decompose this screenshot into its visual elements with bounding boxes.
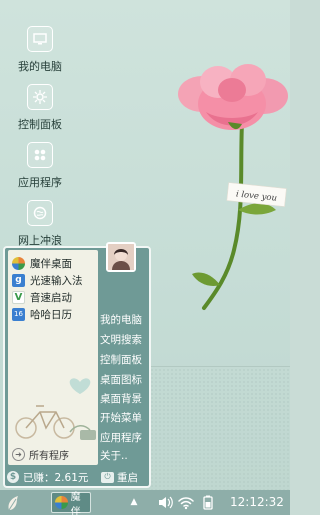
bicycle-sketch (15, 378, 96, 440)
start-menu-app-list: 魔伴桌面 g 光速输入法 V 音速启动 16 哈哈日历 ➜ 所有程序 (8, 250, 98, 465)
earnings-display: $ 已赚：2.61元 (7, 468, 88, 486)
app-item-label: 哈哈日历 (30, 308, 72, 321)
app-item-calendar[interactable]: 16 哈哈日历 (12, 306, 98, 322)
desktop-icon-label: 控制面板 (18, 118, 62, 131)
user-avatar[interactable] (106, 242, 136, 272)
all-programs-label: 所有程序 (29, 450, 69, 462)
app-item-label: 音速启动 (30, 291, 72, 304)
desktop-icon-label: 应用程序 (18, 176, 62, 189)
restart-button[interactable]: ⏻ 重启 (101, 468, 138, 486)
menu-link-desktop-icons[interactable]: 桌面图标 (100, 372, 150, 390)
mojie-desktop-icon (12, 256, 25, 270)
desktop-icon-control-panel[interactable]: 控制面板 (0, 80, 80, 138)
taskbar: 魔伴 ▲ 12:12:32 (0, 490, 290, 515)
input-method-icon: g (12, 273, 25, 287)
apps-icon (27, 142, 53, 168)
money-icon: $ (7, 471, 19, 483)
menu-link-apps[interactable]: 应用程序 (100, 430, 150, 448)
start-menu-footer: $ 已赚：2.61元 ⏻ 重启 (5, 468, 149, 486)
volume-icon[interactable] (157, 495, 173, 510)
desktop-icon-label: 我的电脑 (18, 60, 62, 73)
wallpaper-dot-pattern (150, 368, 290, 490)
power-icon: ⏻ (101, 471, 114, 483)
restart-label: 重启 (117, 471, 138, 484)
mojie-desktop-icon (55, 496, 68, 509)
desktop-icon-apps[interactable]: 应用程序 (0, 138, 80, 196)
menu-link-about[interactable]: 关于.. (100, 448, 150, 466)
wifi-icon[interactable] (178, 495, 194, 510)
start-menu: 魔伴桌面 g 光速输入法 V 音速启动 16 哈哈日历 ➜ 所有程序 我的电脑 … (3, 242, 151, 488)
app-item-label: 魔伴桌面 (30, 257, 72, 270)
earnings-label: 已赚：2.61元 (23, 471, 89, 484)
start-logo-icon (8, 496, 18, 511)
app-item-label: 光速输入法 (30, 274, 83, 287)
app-item-mojie-desktop[interactable]: 魔伴桌面 (12, 255, 98, 271)
taskbar-app-label: 魔伴 (70, 491, 81, 515)
taskbar-app-mojie[interactable]: 魔伴 (51, 492, 91, 515)
menu-link-start-menu[interactable]: 开始菜单 (100, 410, 150, 428)
menu-link-my-computer[interactable]: 我的电脑 (100, 312, 150, 330)
calendar-icon: 16 (12, 307, 25, 321)
start-button[interactable] (4, 493, 24, 513)
menu-link-desktop-background[interactable]: 桌面背景 (100, 391, 150, 409)
app-item-quick-launch[interactable]: V 音速启动 (12, 289, 98, 305)
menu-link-search[interactable]: 文明搜索 (100, 332, 150, 350)
menu-link-control-panel[interactable]: 控制面板 (100, 352, 150, 370)
battery-icon[interactable] (200, 495, 216, 510)
all-programs-button[interactable]: ➜ 所有程序 (12, 446, 69, 462)
clock[interactable]: 12:12:32 (230, 493, 286, 512)
control-panel-icon (27, 84, 53, 110)
computer-icon (27, 26, 53, 52)
quick-launch-icon: V (12, 290, 25, 304)
arrow-right-icon: ➜ (12, 447, 25, 461)
tray-expand-icon[interactable]: ▲ (129, 495, 139, 509)
browser-icon (27, 200, 53, 226)
wallpaper-divider (150, 366, 290, 367)
rose-illustration: i love you (178, 64, 288, 310)
app-item-input-method[interactable]: g 光速输入法 (12, 272, 98, 288)
desktop-icon-my-computer[interactable]: 我的电脑 (0, 22, 80, 80)
